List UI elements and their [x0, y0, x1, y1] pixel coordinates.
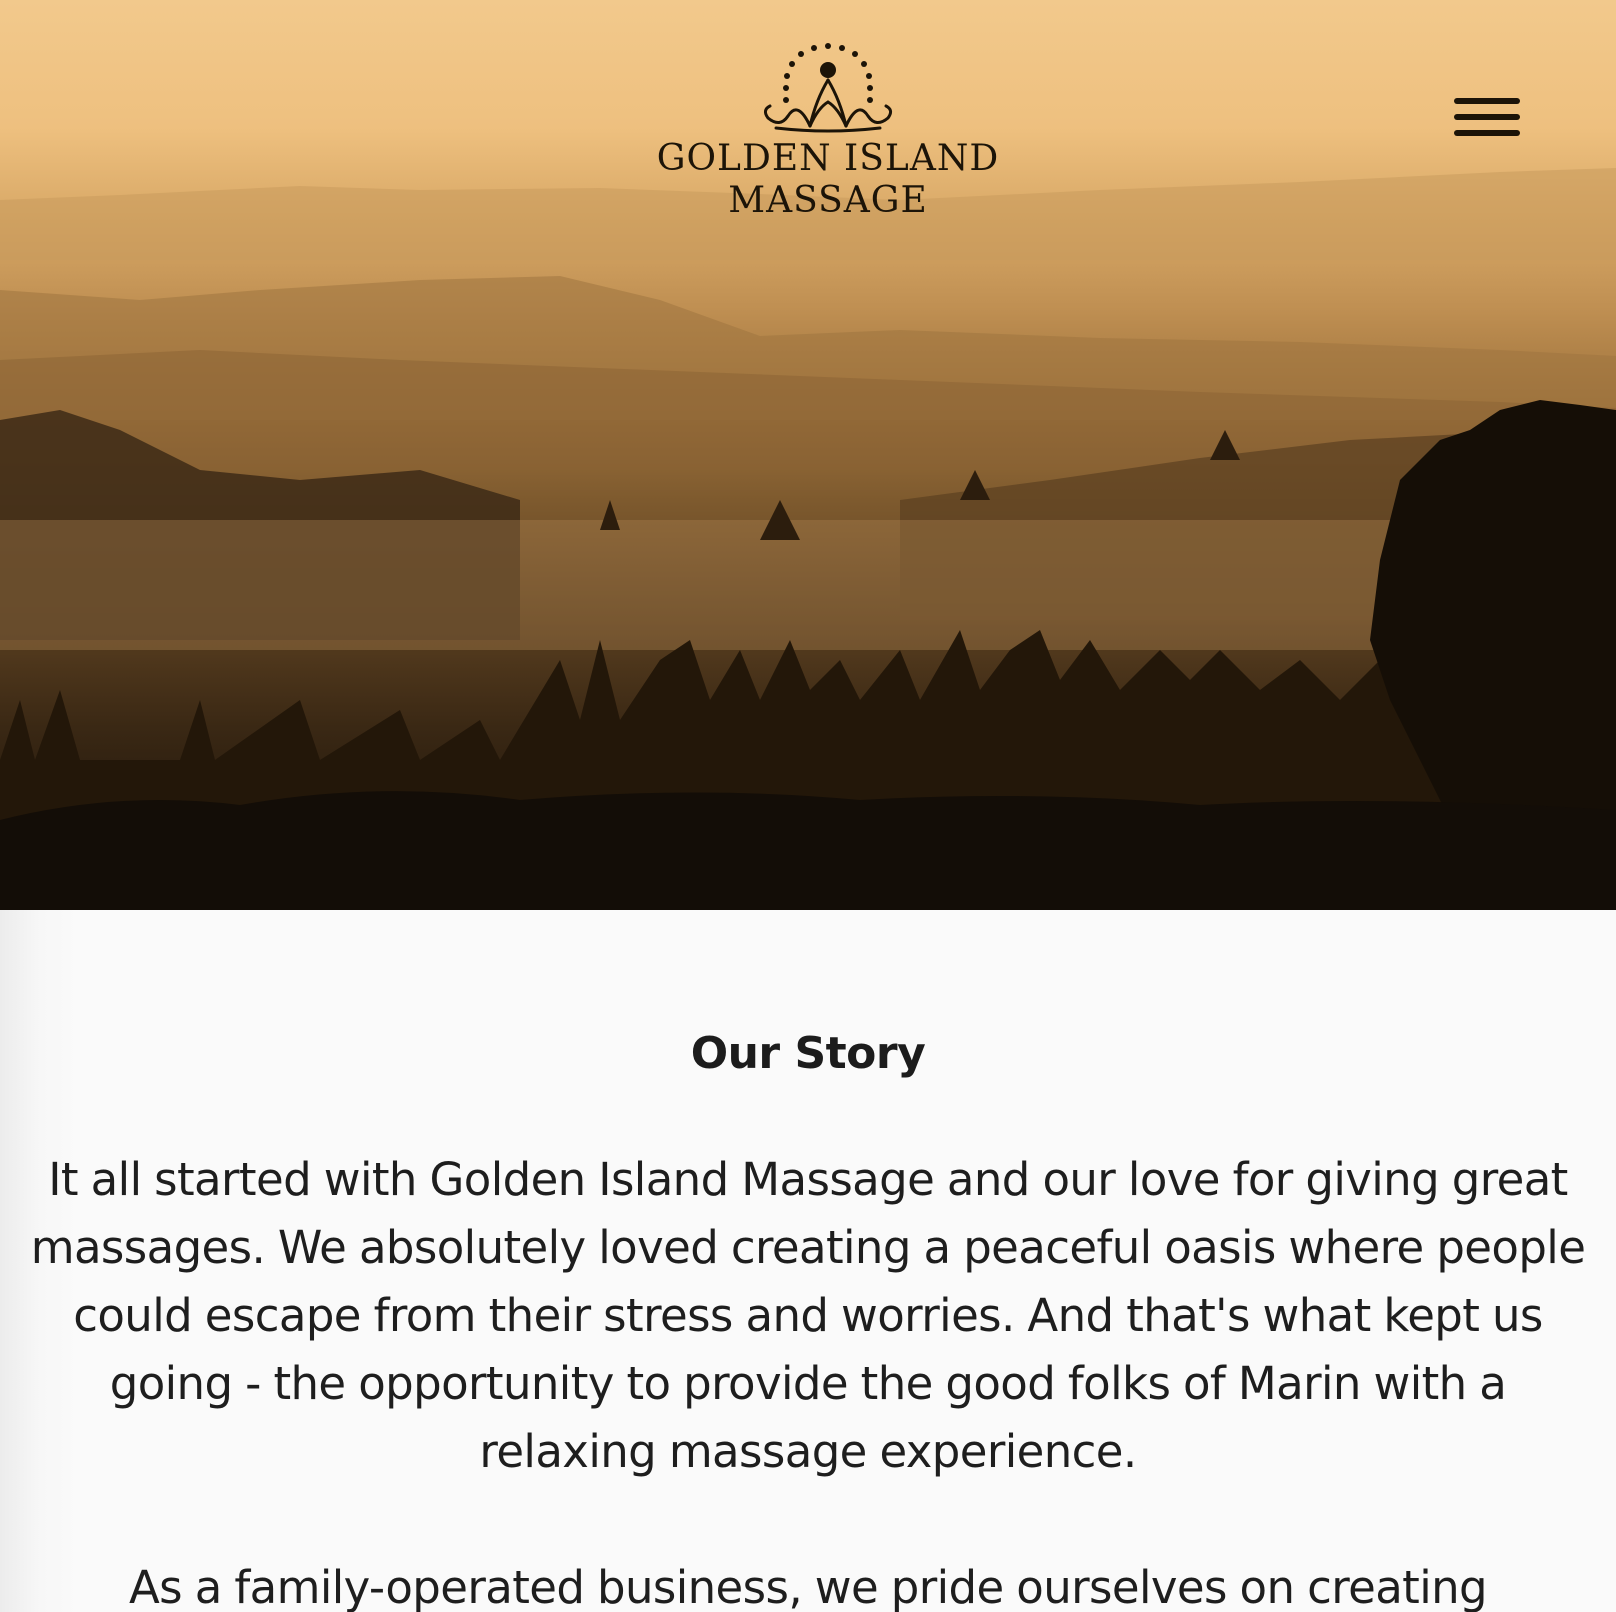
- lotus-sun-icon: [763, 43, 893, 133]
- brand-name-line1: GOLDEN ISLAND: [656, 138, 1000, 179]
- menu-bar: [1454, 130, 1520, 136]
- story-paragraph: It all started with Golden Island Massag…: [30, 1153, 1586, 1478]
- menu-bar: [1454, 98, 1520, 104]
- hamburger-menu-icon[interactable]: [1448, 92, 1520, 146]
- our-story-section: Our Story It all started with Golden Isl…: [0, 910, 1616, 1612]
- section-title: Our Story: [690, 1028, 926, 1079]
- story-paragraph: As a family-operated business, we pride …: [128, 1561, 1488, 1612]
- hero-image: GOLDEN ISLAND MASSAGE: [0, 0, 1616, 910]
- brand-logo[interactable]: GOLDEN ISLAND MASSAGE: [648, 38, 1008, 222]
- page: GOLDEN ISLAND MASSAGE Our Story It all s…: [0, 0, 1616, 1612]
- menu-bar: [1454, 114, 1520, 120]
- brand-name-line2: MASSAGE: [728, 180, 928, 221]
- story-body: It all started with Golden Island Massag…: [30, 1146, 1586, 1612]
